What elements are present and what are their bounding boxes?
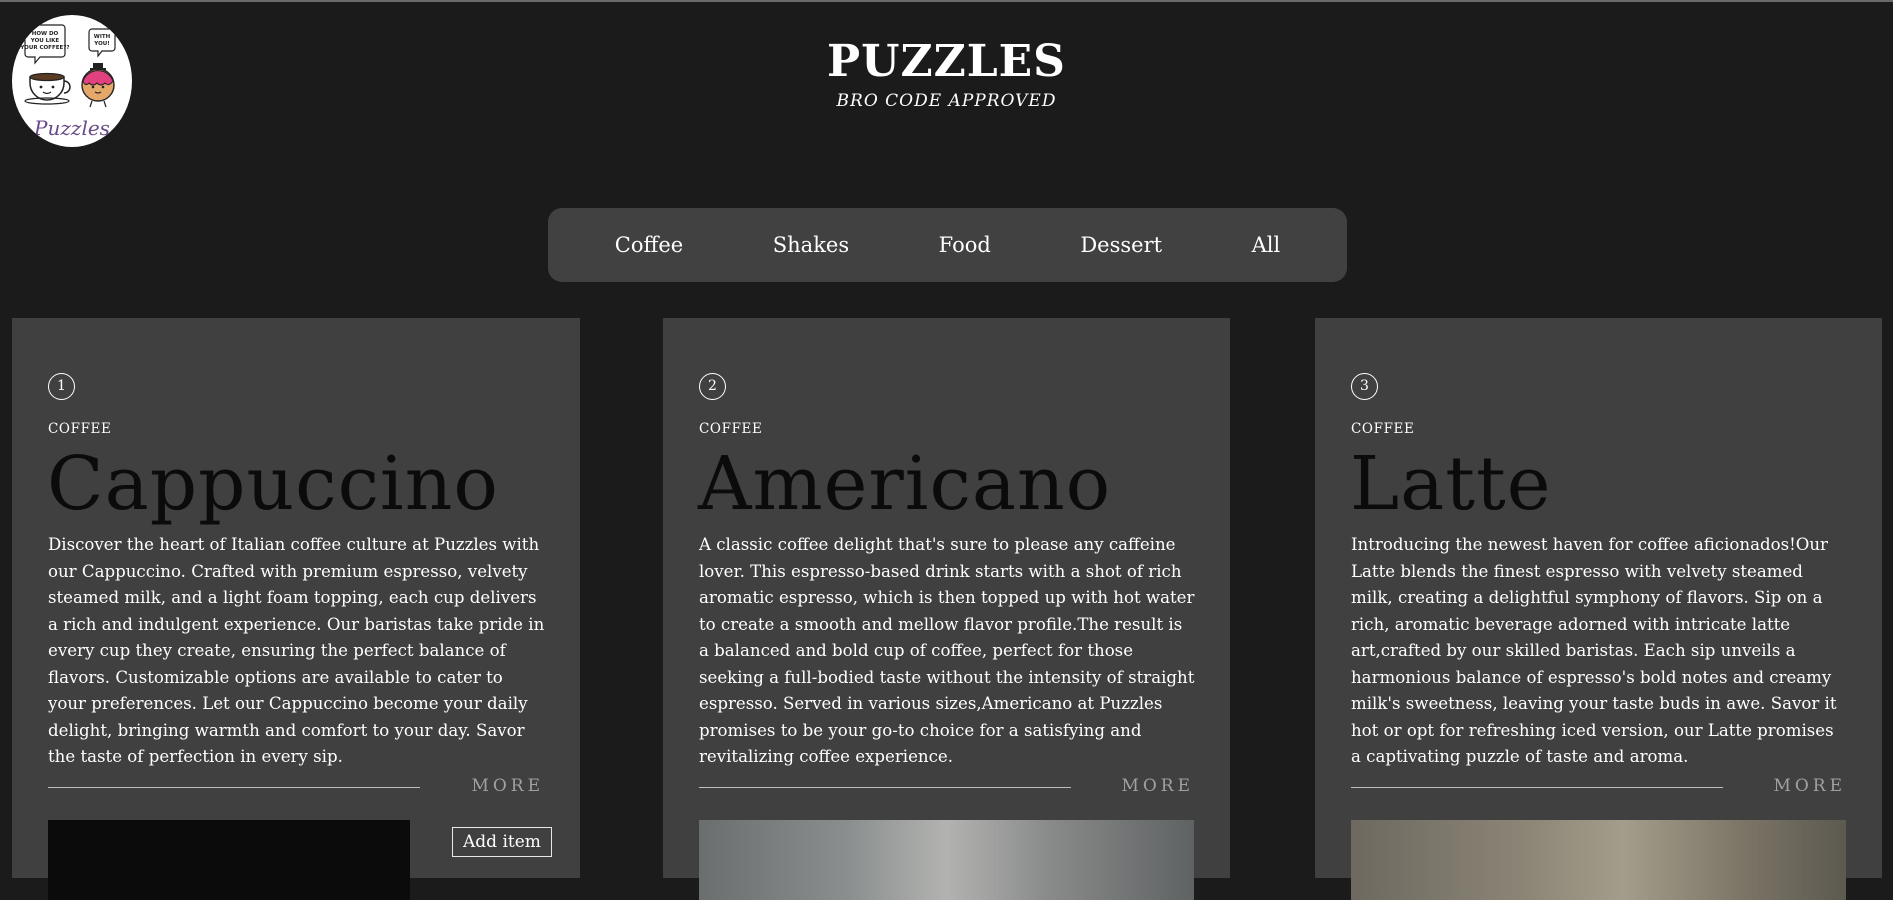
more-link[interactable]: MORE xyxy=(1773,776,1846,796)
nav-item-food[interactable]: Food xyxy=(929,227,1001,263)
card-divider xyxy=(48,787,420,788)
more-link[interactable]: MORE xyxy=(1121,776,1194,796)
category-nav: Coffee Shakes Food Dessert All xyxy=(548,208,1347,282)
site-title: PUZZLES xyxy=(827,36,1066,87)
card-image xyxy=(48,820,410,900)
nav-item-shakes[interactable]: Shakes xyxy=(763,227,859,263)
menu-card-latte: 3 COFFEE Latte Introducing the newest ha… xyxy=(1315,318,1882,900)
card-description: Introducing the newest haven for coffee … xyxy=(1351,535,1837,766)
svg-text:Puzzles: Puzzles xyxy=(33,116,110,140)
card-description: A classic coffee delight that's sure to … xyxy=(699,535,1195,766)
card-category: COFFEE xyxy=(699,421,763,437)
card-description: Discover the heart of Italian coffee cul… xyxy=(48,535,545,766)
card-category: COFFEE xyxy=(48,421,112,437)
add-item-button[interactable]: Add item xyxy=(452,827,552,857)
more-link[interactable]: MORE xyxy=(471,776,544,796)
card-divider xyxy=(1351,787,1723,788)
card-number-badge: 1 xyxy=(48,373,75,400)
card-title: Latte xyxy=(1350,441,1552,527)
card-title: Americano xyxy=(698,441,1112,527)
nav-item-coffee[interactable]: Coffee xyxy=(605,227,694,263)
brand-header: PUZZLES BRO CODE APPROVED xyxy=(0,35,1893,111)
card-number-badge: 2 xyxy=(699,373,726,400)
card-title: Cappuccino xyxy=(47,441,499,527)
site-subtitle: BRO CODE APPROVED xyxy=(836,91,1057,111)
card-image xyxy=(1351,820,1846,900)
card-number-badge: 3 xyxy=(1351,373,1378,400)
nav-item-all[interactable]: All xyxy=(1242,227,1291,263)
menu-card-cappuccino: 1 COFFEE Cappuccino Discover the heart o… xyxy=(12,318,580,900)
card-category: COFFEE xyxy=(1351,421,1415,437)
menu-card-americano: 2 COFFEE Americano A classic coffee deli… xyxy=(663,318,1230,900)
nav-item-dessert[interactable]: Dessert xyxy=(1070,227,1172,263)
card-divider xyxy=(699,787,1071,788)
card-image xyxy=(699,820,1194,900)
